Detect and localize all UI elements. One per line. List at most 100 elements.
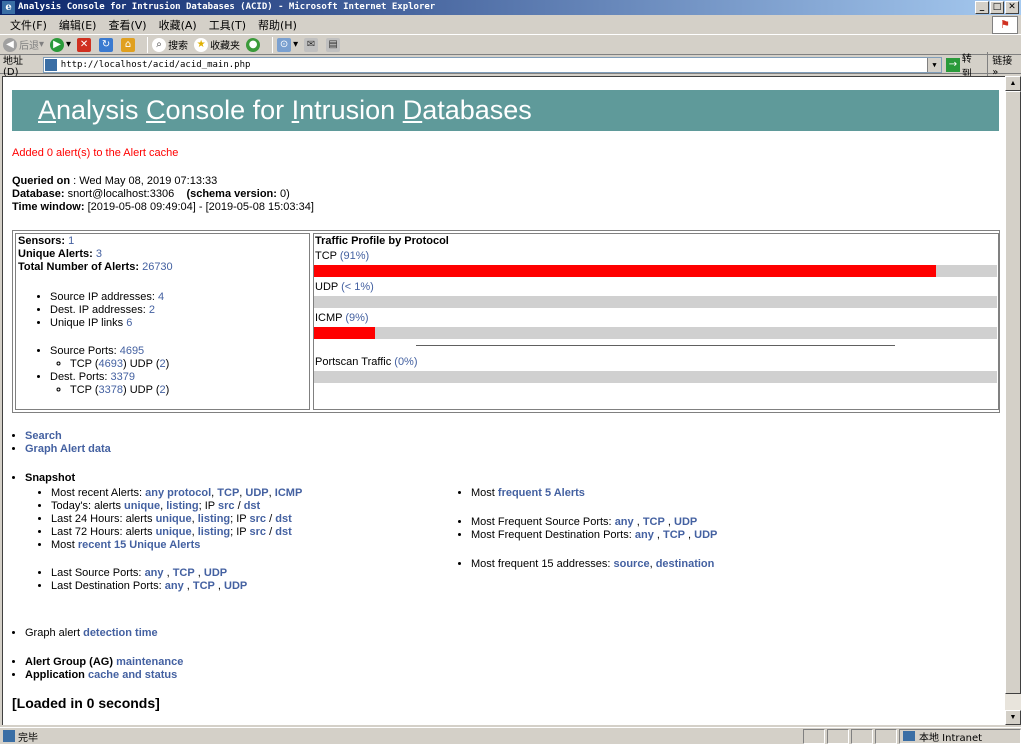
freq-src-tcp-link[interactable]: TCP (643, 516, 665, 528)
dst-ip-link[interactable]: 2 (149, 304, 155, 316)
last-dst-udp-link[interactable]: UDP (224, 580, 247, 592)
go-button[interactable]: → 转到 (946, 50, 981, 80)
list-item: Most frequent 5 Alerts (471, 487, 717, 500)
list-item: Alert Group (AG) maintenance (25, 656, 183, 669)
close-button[interactable]: ✕ (1005, 1, 1019, 14)
recent-icmp-link[interactable]: ICMP (275, 487, 303, 499)
home-button[interactable]: ⌂ (121, 37, 137, 52)
freq-src-udp-link[interactable]: UDP (674, 516, 697, 528)
media-button[interactable]: ● (246, 37, 262, 52)
src-ports-link[interactable]: 4695 (120, 345, 144, 357)
ag-maintenance-link[interactable]: maintenance (116, 656, 183, 668)
icmp-bar-fill (314, 327, 376, 339)
today-dst-link[interactable]: dst (244, 500, 261, 512)
sensors-link[interactable]: 1 (68, 235, 74, 247)
print-button[interactable]: ▤ (326, 37, 342, 52)
l24-unique-link[interactable]: unique (156, 513, 192, 525)
maximize-button[interactable]: □ (990, 1, 1004, 14)
scroll-up-icon[interactable]: ▲ (1005, 76, 1021, 91)
address-input[interactable]: http://localhost/acid/acid_main.php ▼ (42, 56, 943, 73)
l72-listing-link[interactable]: listing (198, 526, 230, 538)
menu-help[interactable]: 帮助(H) (252, 17, 303, 33)
menu-view[interactable]: 查看(V) (102, 17, 152, 33)
list-item: Dest. Ports: 3379 TCP (3378) UDP (2) (50, 371, 169, 397)
menu-file[interactable]: 文件(F) (4, 17, 53, 33)
frequent-5-alerts-link[interactable]: frequent 5 Alerts (498, 487, 585, 499)
l72-unique-link[interactable]: unique (156, 526, 192, 538)
freq15-destination-link[interactable]: destination (656, 558, 715, 570)
menu-tools[interactable]: 工具(T) (203, 17, 252, 33)
search-link[interactable]: Search (25, 430, 62, 442)
today-unique-link[interactable]: unique (124, 500, 160, 512)
forward-button[interactable]: ▶ ▾ (50, 37, 71, 52)
list-item: Most Frequent Destination Ports: any , T… (471, 529, 717, 542)
links-button[interactable]: 链接 » (987, 51, 1021, 78)
src-ip-link[interactable]: 4 (158, 291, 164, 303)
recent-any-protocol-link[interactable]: any protocol (145, 487, 211, 499)
dst-ports-link[interactable]: 3379 (111, 371, 135, 383)
l24-listing-link[interactable]: listing (198, 513, 230, 525)
scroll-down-icon[interactable]: ▼ (1005, 710, 1021, 725)
portscan-percent-link[interactable]: (0%) (394, 356, 417, 368)
total-alerts-link[interactable]: 26730 (142, 261, 173, 273)
detection-time-link[interactable]: detection time (83, 627, 158, 639)
last-src-udp-link[interactable]: UDP (204, 567, 227, 579)
scroll-thumb[interactable] (1005, 91, 1021, 694)
mail-button[interactable]: ✉ (304, 37, 320, 52)
recent-15-unique-alerts-link[interactable]: recent 15 Unique Alerts (78, 539, 200, 551)
recent-tcp-link[interactable]: TCP (217, 487, 239, 499)
src-tcp-link[interactable]: 4693 (99, 358, 123, 370)
udp-bar (314, 296, 997, 308)
menu-favorites[interactable]: 收藏(A) (153, 17, 203, 33)
banner-text: onsole for (165, 95, 292, 125)
recent-udp-link[interactable]: UDP (245, 487, 268, 499)
l24-src-link[interactable]: src (250, 513, 267, 525)
last-src-tcp-link[interactable]: TCP (173, 567, 195, 579)
last-src-any-link[interactable]: any (145, 567, 164, 579)
list-item: Graph alert detection time (25, 627, 158, 639)
page-icon (44, 58, 57, 71)
ie-logo-icon: e (2, 1, 15, 14)
ip-links-link[interactable]: 6 (126, 317, 132, 329)
list-item: Most recent Alerts: any protocol, TCP, U… (51, 487, 302, 500)
icmp-bar (314, 327, 997, 339)
graph-alert-data-link[interactable]: Graph Alert data (25, 443, 111, 455)
freq15-source-link[interactable]: source (613, 558, 649, 570)
spacer (471, 500, 717, 516)
unique-alerts-link[interactable]: 3 (96, 248, 102, 260)
l72-src-link[interactable]: src (250, 526, 267, 538)
search-button[interactable]: ⌕ 搜索 (152, 37, 188, 52)
freq-dst-udp-link[interactable]: UDP (694, 529, 717, 541)
freq-dst-tcp-link[interactable]: TCP (663, 529, 685, 541)
list-item: Most frequent 15 addresses: source, dest… (471, 558, 717, 571)
address-label: 地址(D) (3, 55, 23, 78)
back-button[interactable]: ◀ 后退 ▾ (3, 37, 44, 52)
udp-percent-link[interactable]: (< 1%) (341, 281, 374, 293)
l24-dst-link[interactable]: dst (275, 513, 292, 525)
forward-arrow-icon: ▶ (50, 37, 65, 52)
go-arrow-icon: → (946, 57, 960, 72)
menu-bar: 文件(F) 编辑(E) 查看(V) 收藏(A) 工具(T) 帮助(H) (0, 15, 1021, 35)
icmp-percent-link[interactable]: (9%) (345, 312, 368, 324)
l72-dst-link[interactable]: dst (275, 526, 292, 538)
history-button[interactable]: ⊙ ▾ (277, 37, 298, 52)
freq-src-any-link[interactable]: any (615, 516, 634, 528)
cache-and-status-link[interactable]: cache and status (88, 669, 177, 681)
stop-icon: ✕ (77, 37, 92, 52)
vertical-scrollbar[interactable]: ▲ ▼ (1005, 76, 1021, 725)
last-dst-tcp-link[interactable]: TCP (193, 580, 215, 592)
last-dst-any-link[interactable]: any (165, 580, 184, 592)
freq-dst-any-link[interactable]: any (635, 529, 654, 541)
minimize-button[interactable]: _ (975, 1, 989, 14)
refresh-button[interactable]: ↻ (99, 37, 115, 52)
address-dropdown-icon[interactable]: ▼ (927, 57, 942, 72)
dst-tcp-link[interactable]: 3378 (99, 384, 123, 396)
today-listing-link[interactable]: listing (166, 500, 198, 512)
today-src-link[interactable]: src (218, 500, 235, 512)
stop-button[interactable]: ✕ (77, 37, 93, 52)
time-window-info: Time window: [2019-05-08 09:49:04] - [20… (12, 201, 314, 213)
list-item: Today's: alerts unique, listing; IP src … (51, 500, 302, 513)
favorites-button[interactable]: ★ 收藏夹 (194, 37, 240, 52)
menu-edit[interactable]: 编辑(E) (53, 17, 103, 33)
tcp-percent-link[interactable]: (91%) (340, 250, 369, 262)
